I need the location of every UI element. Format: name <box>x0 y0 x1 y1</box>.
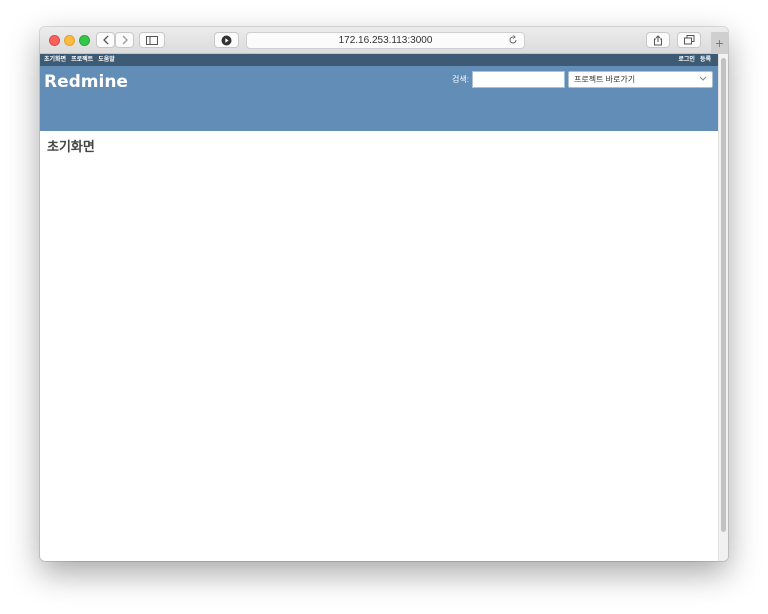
top-menu-projects-link[interactable]: 프로젝트 <box>71 57 93 63</box>
url-text: 172.16.253.113:3000 <box>338 35 433 46</box>
search-label: 검색: <box>452 75 469 84</box>
share-button[interactable] <box>646 32 670 48</box>
minimize-window-button[interactable] <box>64 35 75 46</box>
address-bar[interactable]: 172.16.253.113:3000 <box>246 32 525 49</box>
chevron-down-icon <box>699 76 707 81</box>
sidebar-icon <box>146 35 158 45</box>
browser-window: 172.16.253.113:3000 + 초기화면 프로젝트 도움말 로그인 등록 … <box>40 27 728 561</box>
search-input[interactable] <box>472 71 565 88</box>
browser-toolbar: 172.16.253.113:3000 + <box>40 27 728 54</box>
new-tab-button[interactable]: + <box>711 32 728 54</box>
chevron-left-icon <box>102 35 108 45</box>
top-menu-help-link[interactable]: 도움말 <box>98 57 115 63</box>
reader-button[interactable] <box>214 32 239 48</box>
tabs-overview-button[interactable] <box>677 32 701 48</box>
share-icon <box>654 34 662 45</box>
forward-button[interactable] <box>115 32 134 48</box>
zoom-window-button[interactable] <box>79 35 90 46</box>
scrollbar-thumb[interactable] <box>721 58 726 532</box>
tabs-icon <box>683 35 694 45</box>
page-title: 초기화면 <box>47 139 95 154</box>
project-jump-label: 프로젝트 바로가기 <box>574 75 636 84</box>
site-title[interactable]: Redmine <box>44 72 128 92</box>
chevron-right-icon <box>122 35 128 45</box>
plus-icon: + <box>715 35 724 51</box>
sidebar-toggle-button[interactable] <box>139 32 165 48</box>
redmine-header: Redmine 검색: 프로젝트 바로가기 <box>40 66 718 131</box>
login-link[interactable]: 로그인 <box>678 57 695 63</box>
vertical-scrollbar[interactable] <box>718 54 728 561</box>
play-circle-icon <box>221 35 232 45</box>
top-menu: 초기화면 프로젝트 도움말 로그인 등록 <box>40 54 718 66</box>
register-link[interactable]: 등록 <box>700 57 711 63</box>
reload-icon[interactable] <box>508 35 518 45</box>
back-button[interactable] <box>96 32 115 48</box>
top-menu-home-link[interactable]: 초기화면 <box>44 57 66 63</box>
close-window-button[interactable] <box>49 35 60 46</box>
project-jump-select[interactable]: 프로젝트 바로가기 <box>568 71 713 88</box>
